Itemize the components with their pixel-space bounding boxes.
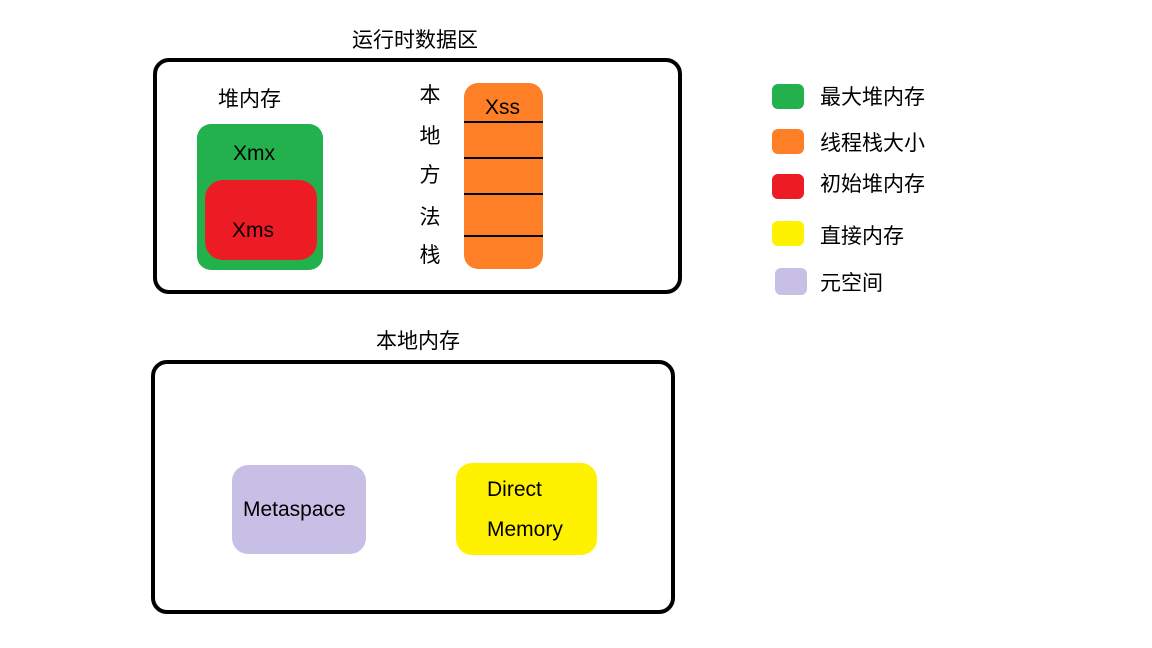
legend-swatch-direct-memory: [772, 221, 804, 246]
stack-frame-divider: [464, 193, 543, 195]
native-method-stack-char: 地: [419, 124, 441, 148]
legend-swatch-initial-heap: [772, 174, 804, 199]
heap-memory-label: 堆内存: [218, 87, 281, 111]
legend-swatch-max-heap: [772, 84, 804, 109]
native-method-stack-char: 本: [419, 83, 441, 107]
stack-frame-divider: [464, 121, 543, 123]
legend-label-thread-stack: 线程栈大小: [820, 131, 925, 155]
legend-label-max-heap: 最大堆内存: [820, 85, 925, 109]
initial-heap-label: Xms: [232, 219, 274, 242]
direct-memory-label-line-1: Direct: [487, 478, 542, 501]
native-method-stack-char: 栈: [419, 243, 441, 267]
legend-swatch-thread-stack: [772, 129, 804, 154]
max-heap-label: Xmx: [233, 142, 275, 165]
stack-frame-divider: [464, 157, 543, 159]
metaspace-label: Metaspace: [243, 498, 346, 521]
runtime-data-area-title: 运行时数据区: [352, 28, 478, 52]
legend-swatch-metaspace: [775, 268, 807, 295]
native-method-stack-char: 方: [419, 163, 441, 187]
native-method-stack-char: 法: [419, 205, 441, 229]
legend-label-metaspace: 元空间: [820, 271, 883, 295]
stack-frame-divider: [464, 235, 543, 237]
legend-label-initial-heap: 初始堆内存: [820, 172, 925, 196]
thread-stack-label: Xss: [485, 96, 521, 119]
direct-memory-label-line-2: Memory: [487, 518, 563, 541]
legend-label-direct-memory: 直接内存: [820, 224, 904, 248]
native-memory-title: 本地内存: [376, 329, 460, 353]
